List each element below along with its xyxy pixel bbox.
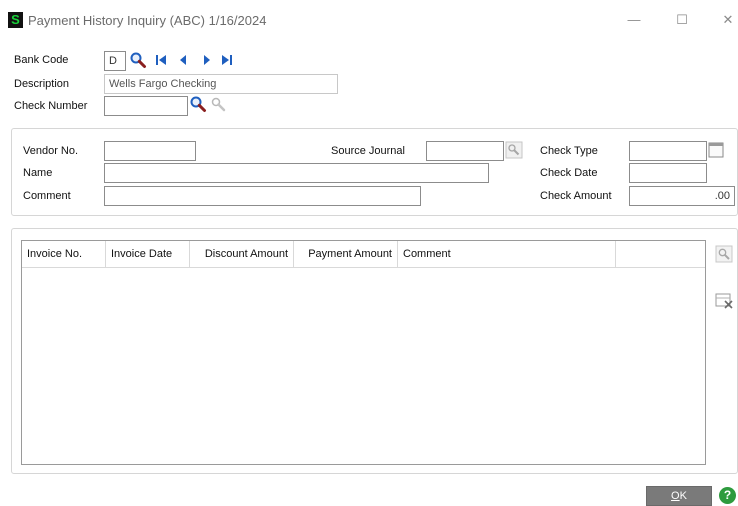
vendor-no-label: Vendor No. [23,145,79,157]
check-date-label: Check Date [540,167,598,179]
ok-mnemonic: O [671,490,680,502]
window-title: Payment History Inquiry (ABC) 1/16/2024 [28,13,267,28]
check-type-label: Check Type [540,145,598,157]
close-button[interactable]: ✕ [708,8,738,32]
name-label: Name [23,167,53,179]
check-number-label: Check Number [14,100,88,112]
next-record-icon[interactable] [202,54,212,66]
grid-header: Invoice No. Invoice Date Discount Amount… [22,241,705,268]
previous-record-icon[interactable] [178,54,188,66]
col-comment[interactable]: Comment [398,241,616,268]
comment-label: Comment [23,190,71,202]
col-payment-amount[interactable]: Payment Amount [294,241,398,268]
search-icon[interactable] [129,51,147,69]
check-date-field [629,163,707,183]
app-icon: S [8,12,23,28]
bank-code-label: Bank Code [14,54,69,66]
description-field: Wells Fargo Checking [104,74,338,94]
name-field [104,163,489,183]
bank-code-input[interactable]: D [104,51,126,71]
last-record-icon[interactable] [221,54,233,66]
source-journal-lookup-icon[interactable] [505,141,523,159]
vendor-no-field [104,141,196,161]
check-amount-label: Check Amount [540,190,612,202]
grid-lookup-icon[interactable] [714,244,734,264]
check-number-search-icon[interactable] [189,95,207,113]
maximize-button[interactable]: ☐ [662,8,702,32]
first-record-icon[interactable] [155,54,167,66]
col-discount-amount[interactable]: Discount Amount [190,241,294,268]
ok-label-rest: K [679,490,687,502]
calendar-icon[interactable] [708,141,724,159]
check-type-field [629,141,707,161]
ok-button[interactable]: OK [646,486,712,506]
check-number-lookup-icon[interactable] [210,96,228,114]
minimize-button[interactable]: — [614,8,654,32]
col-invoice-date[interactable]: Invoice Date [106,241,190,268]
help-icon[interactable]: ? [719,487,736,504]
source-journal-field [426,141,504,161]
check-number-input[interactable] [104,96,188,116]
check-amount-field: .00 [629,186,735,206]
description-label: Description [14,78,70,90]
grid-delete-icon[interactable] [714,290,734,310]
col-invoice-no[interactable]: Invoice No. [22,241,106,268]
title-bar: S Payment History Inquiry (ABC) 1/16/202… [0,0,738,40]
source-journal-label: Source Journal [331,145,405,157]
comment-field [104,186,421,206]
invoice-grid[interactable]: Invoice No. Invoice Date Discount Amount… [21,240,706,465]
